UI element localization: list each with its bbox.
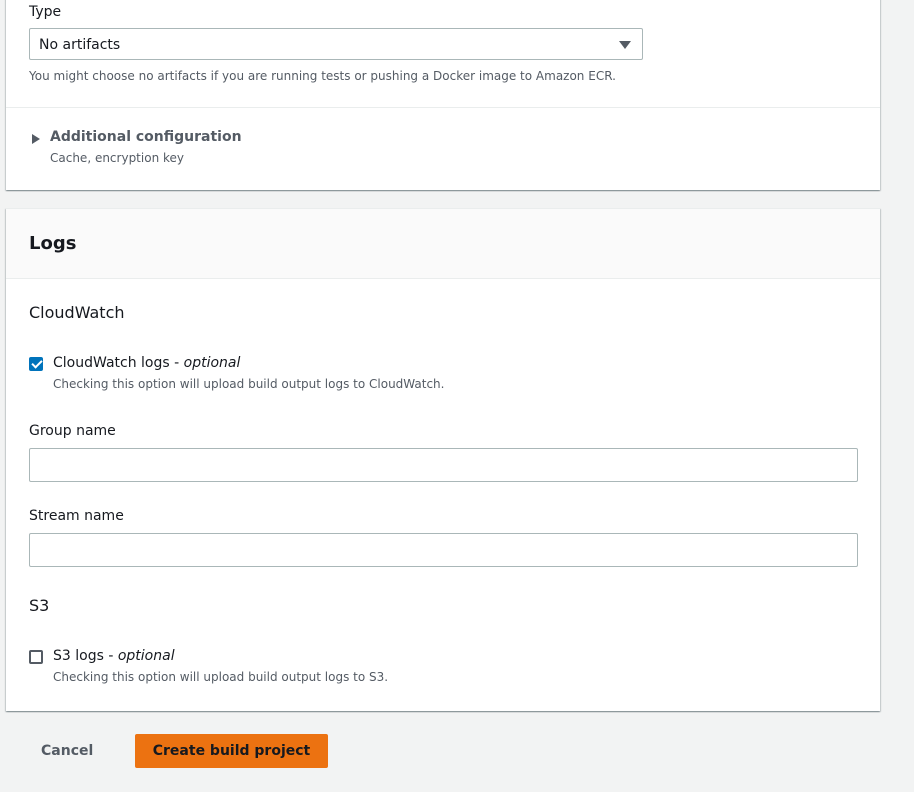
s3-logs-label[interactable]: S3 logs - optional	[53, 646, 175, 666]
s3-logs-optional: optional	[117, 648, 175, 664]
cloudwatch-logs-label[interactable]: CloudWatch logs - optional	[53, 353, 240, 373]
logs-title: Logs	[29, 233, 77, 254]
additional-configuration-subtitle: Cache, encryption key	[50, 151, 184, 165]
cloudwatch-logs-hint: Checking this option will upload build o…	[53, 377, 445, 391]
type-hint: You might choose no artifacts if you are…	[29, 69, 616, 83]
additional-configuration-title: Additional configuration	[50, 129, 242, 145]
s3-logs-label-text: S3 logs -	[53, 648, 118, 664]
divider	[6, 107, 880, 108]
group-name-input[interactable]	[29, 448, 858, 482]
create-build-project-button[interactable]: Create build project	[135, 734, 328, 768]
type-select-value: No artifacts	[39, 37, 121, 53]
s3-section-title: S3	[29, 596, 50, 615]
cloudwatch-logs-optional: optional	[183, 355, 241, 371]
artifacts-panel: Type No artifacts You might choose no ar…	[6, 0, 880, 190]
s3-logs-hint: Checking this option will upload build o…	[53, 670, 389, 684]
logs-panel-header: Logs	[6, 209, 880, 279]
group-name-label: Group name	[29, 423, 116, 439]
type-select[interactable]: No artifacts	[29, 28, 643, 60]
additional-configuration-expander[interactable]: Additional configuration Cache, encrypti…	[30, 129, 330, 170]
stream-name-input[interactable]	[29, 533, 858, 567]
caret-down-icon	[619, 41, 631, 49]
cancel-button[interactable]: Cancel	[28, 735, 106, 767]
cloudwatch-logs-checkbox[interactable]	[29, 357, 43, 371]
caret-right-icon	[32, 134, 40, 144]
cloudwatch-logs-label-text: CloudWatch logs -	[53, 355, 184, 371]
type-label: Type	[29, 4, 62, 20]
cloudwatch-section-title: CloudWatch	[29, 303, 125, 322]
logs-panel: Logs CloudWatch CloudWatch logs - option…	[6, 208, 880, 711]
s3-logs-checkbox[interactable]	[29, 650, 43, 664]
stream-name-label: Stream name	[29, 508, 124, 524]
